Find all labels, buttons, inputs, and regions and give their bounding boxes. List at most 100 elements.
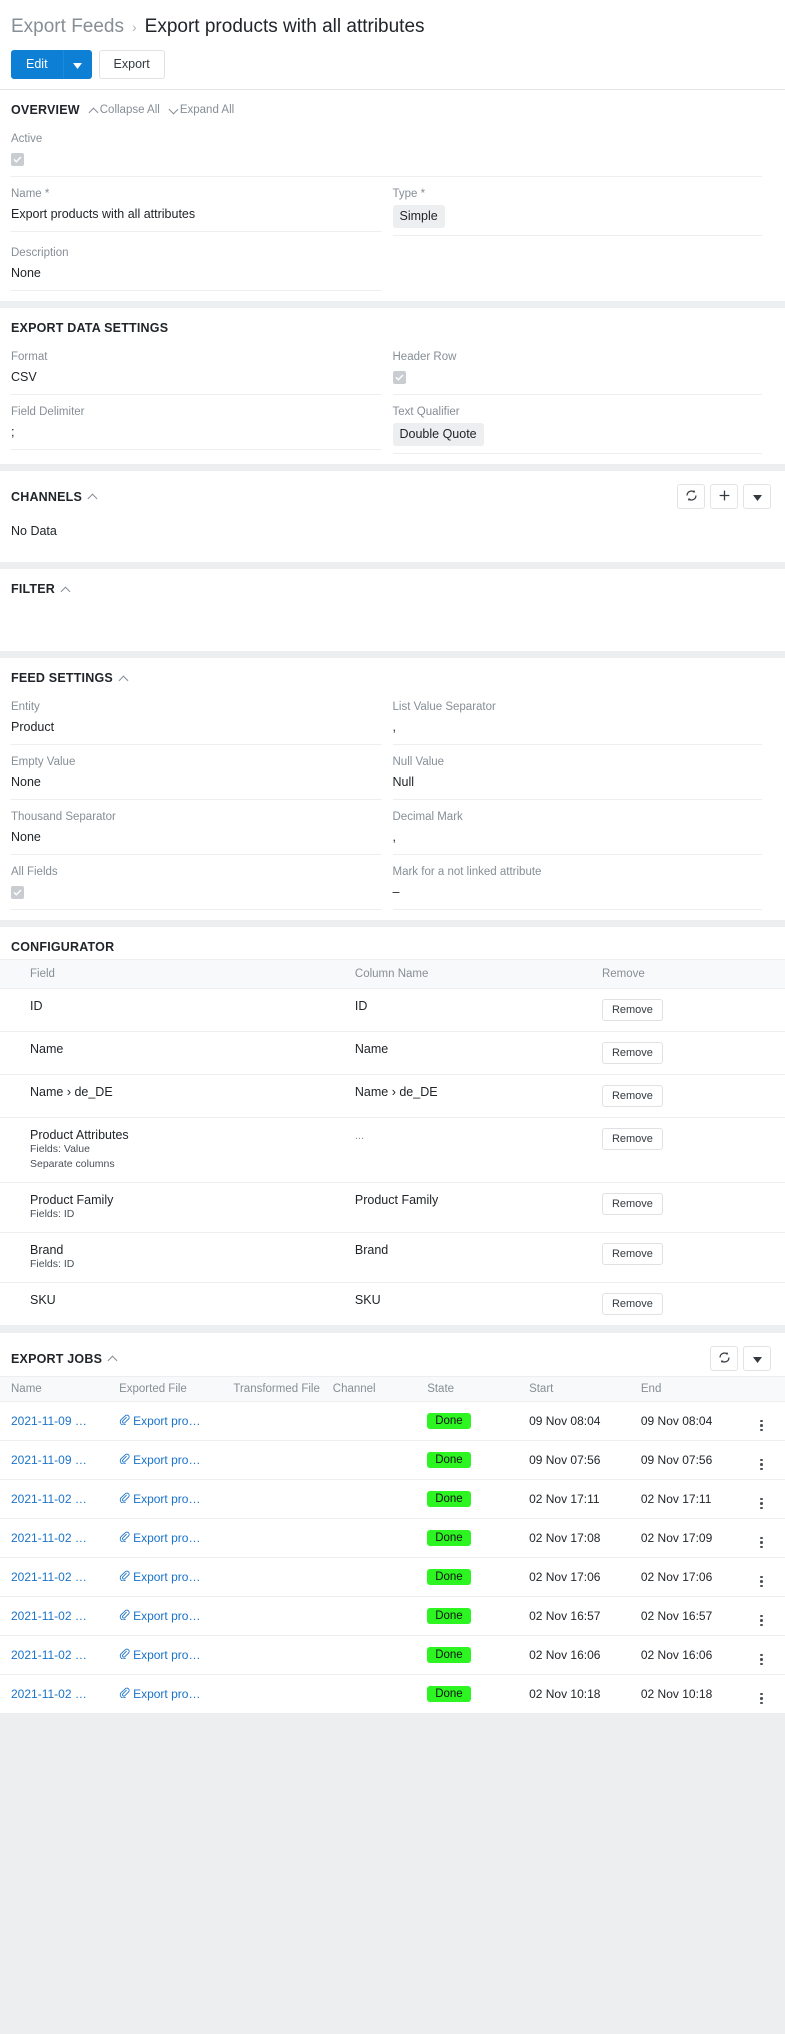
row-menu-icon[interactable] (760, 1692, 763, 1704)
all-fields-checkbox[interactable] (11, 886, 24, 899)
cell-channel (327, 1479, 423, 1519)
row-menu-icon[interactable] (760, 1419, 763, 1431)
field-label: Format (11, 351, 48, 363)
field-value[interactable]: CSV (11, 368, 381, 387)
export-jobs-title: EXPORT JOBS (11, 1351, 103, 1366)
column-header-start: Start (524, 1376, 636, 1402)
exported-file-link[interactable]: Export pro… (133, 1414, 200, 1428)
job-name-link[interactable]: 2021-11-02 … (11, 1570, 87, 1584)
field-field-delimiter: Field Delimiter ; (11, 395, 393, 454)
configurator-header: CONFIGURATOR (0, 927, 785, 959)
export-jobs-more-button[interactable] (743, 1346, 771, 1371)
text-qualifier-chip[interactable]: Double Quote (392, 423, 484, 446)
breadcrumb-parent-link[interactable]: Export Feeds (11, 14, 124, 40)
field-value[interactable]: None (11, 773, 381, 792)
field-value[interactable]: Null (393, 773, 763, 792)
header-row-checkbox[interactable] (392, 371, 406, 384)
row-menu-icon[interactable] (760, 1536, 763, 1548)
exported-file-link[interactable]: Export pro… (133, 1687, 200, 1701)
job-name-link[interactable]: 2021-11-02 … (11, 1531, 87, 1545)
remove-button[interactable]: Remove (601, 1085, 663, 1107)
cell-transformed-file (228, 1401, 328, 1441)
channels-more-button[interactable] (743, 484, 771, 509)
cell-state: Done (422, 1401, 525, 1441)
cell-field: ID (0, 988, 349, 1032)
column-header-exported-file: Exported File (114, 1376, 229, 1402)
row-menu-icon[interactable] (760, 1653, 763, 1665)
remove-button[interactable]: Remove (601, 1193, 663, 1215)
cell-exported-file: Export pro… (114, 1674, 229, 1714)
cell-state: Done (422, 1635, 525, 1675)
cell-column-name: SKU (348, 1282, 596, 1326)
cell-remove: Remove (595, 1232, 785, 1283)
row-menu-icon[interactable] (760, 1614, 763, 1626)
edit-button-group: Edit (11, 50, 92, 79)
job-name-link[interactable]: 2021-11-02 … (11, 1648, 87, 1662)
job-name-link[interactable]: 2021-11-09 … (11, 1453, 87, 1467)
column-header-field: Field (0, 959, 349, 989)
edit-dropdown-button[interactable] (62, 50, 92, 79)
column-header-name: Name (0, 1376, 115, 1402)
field-value[interactable]: ; (11, 423, 381, 442)
edit-button[interactable]: Edit (11, 50, 63, 79)
collapse-all-button[interactable]: Collapse All (89, 104, 160, 116)
attachment-icon (119, 1570, 130, 1584)
exported-file-link[interactable]: Export pro… (133, 1531, 200, 1545)
cell-end: 02 Nov 17:11 (635, 1479, 756, 1519)
chevron-up-icon[interactable] (88, 492, 97, 501)
exported-file-link[interactable]: Export pro… (133, 1609, 200, 1623)
job-name-link[interactable]: 2021-11-02 … (11, 1687, 87, 1701)
row-menu-icon[interactable] (760, 1497, 763, 1509)
exported-file-link[interactable]: Export pro… (133, 1453, 200, 1467)
exported-file-link[interactable]: Export pro… (133, 1492, 200, 1506)
chevron-up-icon[interactable] (61, 585, 70, 594)
feed-settings-title: FEED SETTINGS (11, 671, 113, 685)
field-value[interactable]: , (393, 718, 763, 737)
channels-refresh-button[interactable] (677, 484, 705, 509)
remove-button[interactable]: Remove (601, 1128, 663, 1150)
column-header-channel: Channel (327, 1376, 423, 1402)
cell-channel (327, 1557, 423, 1597)
table-row: Name › de_DE Name › de_DE Remove (0, 1074, 785, 1118)
cell-state: Done (422, 1440, 525, 1480)
job-name-link[interactable]: 2021-11-02 … (11, 1492, 87, 1506)
job-name-link[interactable]: 2021-11-02 … (11, 1609, 87, 1623)
field-sub-label: Separate columns (30, 1158, 115, 1170)
exported-file-link[interactable]: Export pro… (133, 1648, 200, 1662)
attachment-icon (119, 1492, 130, 1506)
export-button[interactable]: Export (98, 50, 165, 79)
status-badge: Done (427, 1413, 471, 1429)
channels-add-button[interactable] (710, 484, 738, 509)
field-value[interactable]: None (11, 828, 381, 847)
job-name-link[interactable]: 2021-11-09 … (11, 1414, 87, 1428)
cell-channel (327, 1440, 423, 1480)
status-badge: Done (427, 1647, 471, 1663)
export-jobs-refresh-button[interactable] (710, 1346, 738, 1371)
cell-exported-file: Export pro… (114, 1440, 229, 1480)
remove-button[interactable]: Remove (601, 1293, 663, 1315)
row-menu-icon[interactable] (760, 1575, 763, 1587)
chevron-up-icon[interactable] (108, 1354, 117, 1363)
field-value[interactable]: Export products with all attributes (11, 205, 381, 224)
field-value[interactable]: , (393, 828, 763, 847)
field-value[interactable]: – (393, 883, 763, 902)
remove-button[interactable]: Remove (601, 999, 663, 1021)
field-value[interactable]: None (11, 264, 381, 283)
overview-fields: Active Name * Export products with all a… (0, 122, 785, 301)
type-chip[interactable]: Simple (392, 205, 445, 228)
cell-exported-file: Export pro… (114, 1401, 229, 1441)
cell-start: 02 Nov 10:18 (524, 1674, 636, 1714)
cell-channel (327, 1674, 423, 1714)
cell-name: 2021-11-02 … (0, 1596, 115, 1636)
chevron-up-icon[interactable] (119, 674, 128, 683)
field-value[interactable]: Product (11, 718, 381, 737)
page-header: Export Feeds › Export products with all … (0, 0, 785, 40)
active-checkbox[interactable] (11, 153, 24, 166)
remove-button[interactable]: Remove (601, 1042, 663, 1064)
expand-all-button[interactable]: Expand All (169, 104, 234, 116)
field-value: Simple (392, 205, 763, 228)
status-badge: Done (427, 1569, 471, 1585)
exported-file-link[interactable]: Export pro… (133, 1570, 200, 1584)
remove-button[interactable]: Remove (601, 1243, 663, 1265)
row-menu-icon[interactable] (760, 1458, 763, 1470)
